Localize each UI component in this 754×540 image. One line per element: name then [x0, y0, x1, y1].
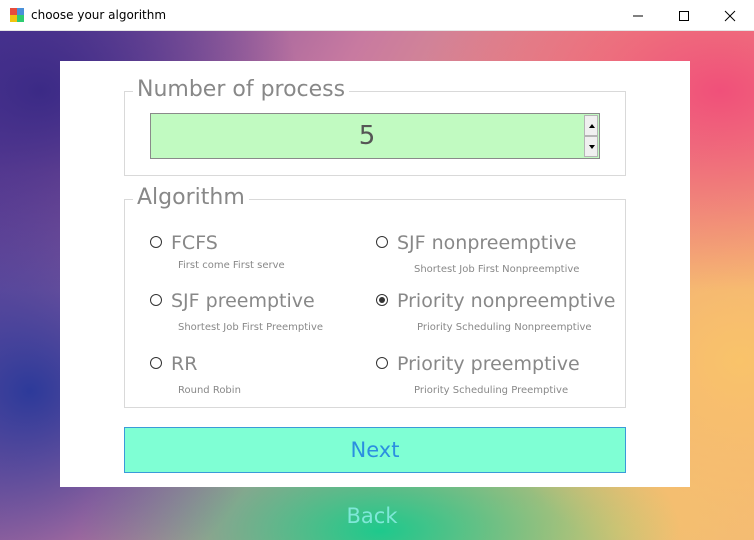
- option-sub-priority-nonpreemptive: Priority Scheduling Nonpreemptive: [417, 322, 592, 333]
- radio-priority-nonpreemptive[interactable]: [376, 294, 388, 306]
- radio-sjf-preemptive[interactable]: [150, 294, 162, 306]
- close-icon: [724, 10, 736, 22]
- radio-selected-dot: [379, 297, 385, 303]
- main-panel: Number of process 5 Algorithm FCFS First…: [60, 61, 690, 487]
- close-button[interactable]: [707, 0, 753, 31]
- process-count-value: 5: [358, 121, 376, 151]
- option-label-fcfs[interactable]: FCFS: [171, 232, 218, 254]
- next-button[interactable]: Next: [124, 427, 626, 473]
- option-sub-fcfs: First come First serve: [178, 260, 285, 271]
- process-count-group: Number of process 5: [124, 77, 626, 176]
- option-label-sjf-nonpreemptive[interactable]: SJF nonpreemptive: [397, 232, 576, 254]
- spin-down-button[interactable]: [584, 136, 598, 157]
- option-label-priority-nonpreemptive[interactable]: Priority nonpreemptive: [397, 290, 615, 312]
- option-sub-sjf-preemptive: Shortest Job First Preemptive: [178, 322, 324, 333]
- back-button[interactable]: Back: [300, 497, 444, 535]
- maximize-icon: [679, 11, 689, 21]
- option-label-rr[interactable]: RR: [171, 353, 197, 375]
- radio-rr[interactable]: [150, 357, 162, 369]
- option-sub-rr: Round Robin: [178, 385, 241, 396]
- app-icon[interactable]: [10, 8, 24, 22]
- maximize-button[interactable]: [661, 0, 707, 31]
- window-title: choose your algorithm: [31, 8, 167, 22]
- arrow-down-icon: [589, 145, 595, 149]
- process-count-input[interactable]: 5: [150, 113, 600, 159]
- option-label-sjf-preemptive[interactable]: SJF preemptive: [171, 290, 315, 312]
- option-sub-sjf-nonpreemptive: Shortest Job First Nonpreemptive: [414, 264, 580, 275]
- radio-fcfs[interactable]: [150, 236, 162, 248]
- option-sub-priority-preemptive: Priority Scheduling Preemptive: [414, 385, 569, 396]
- algorithm-group: Algorithm FCFS First come First serve SJ…: [124, 185, 626, 408]
- minimize-button[interactable]: [615, 0, 661, 31]
- radio-sjf-nonpreemptive[interactable]: [376, 236, 388, 248]
- spin-up-button[interactable]: [584, 115, 598, 136]
- title-bar: choose your algorithm: [0, 0, 754, 31]
- arrow-up-icon: [589, 124, 595, 128]
- radio-priority-preemptive[interactable]: [376, 357, 388, 369]
- process-count-legend: Number of process: [133, 77, 350, 102]
- option-label-priority-preemptive[interactable]: Priority preemptive: [397, 353, 580, 375]
- algorithm-legend: Algorithm: [133, 185, 249, 210]
- minimize-icon: [633, 15, 643, 17]
